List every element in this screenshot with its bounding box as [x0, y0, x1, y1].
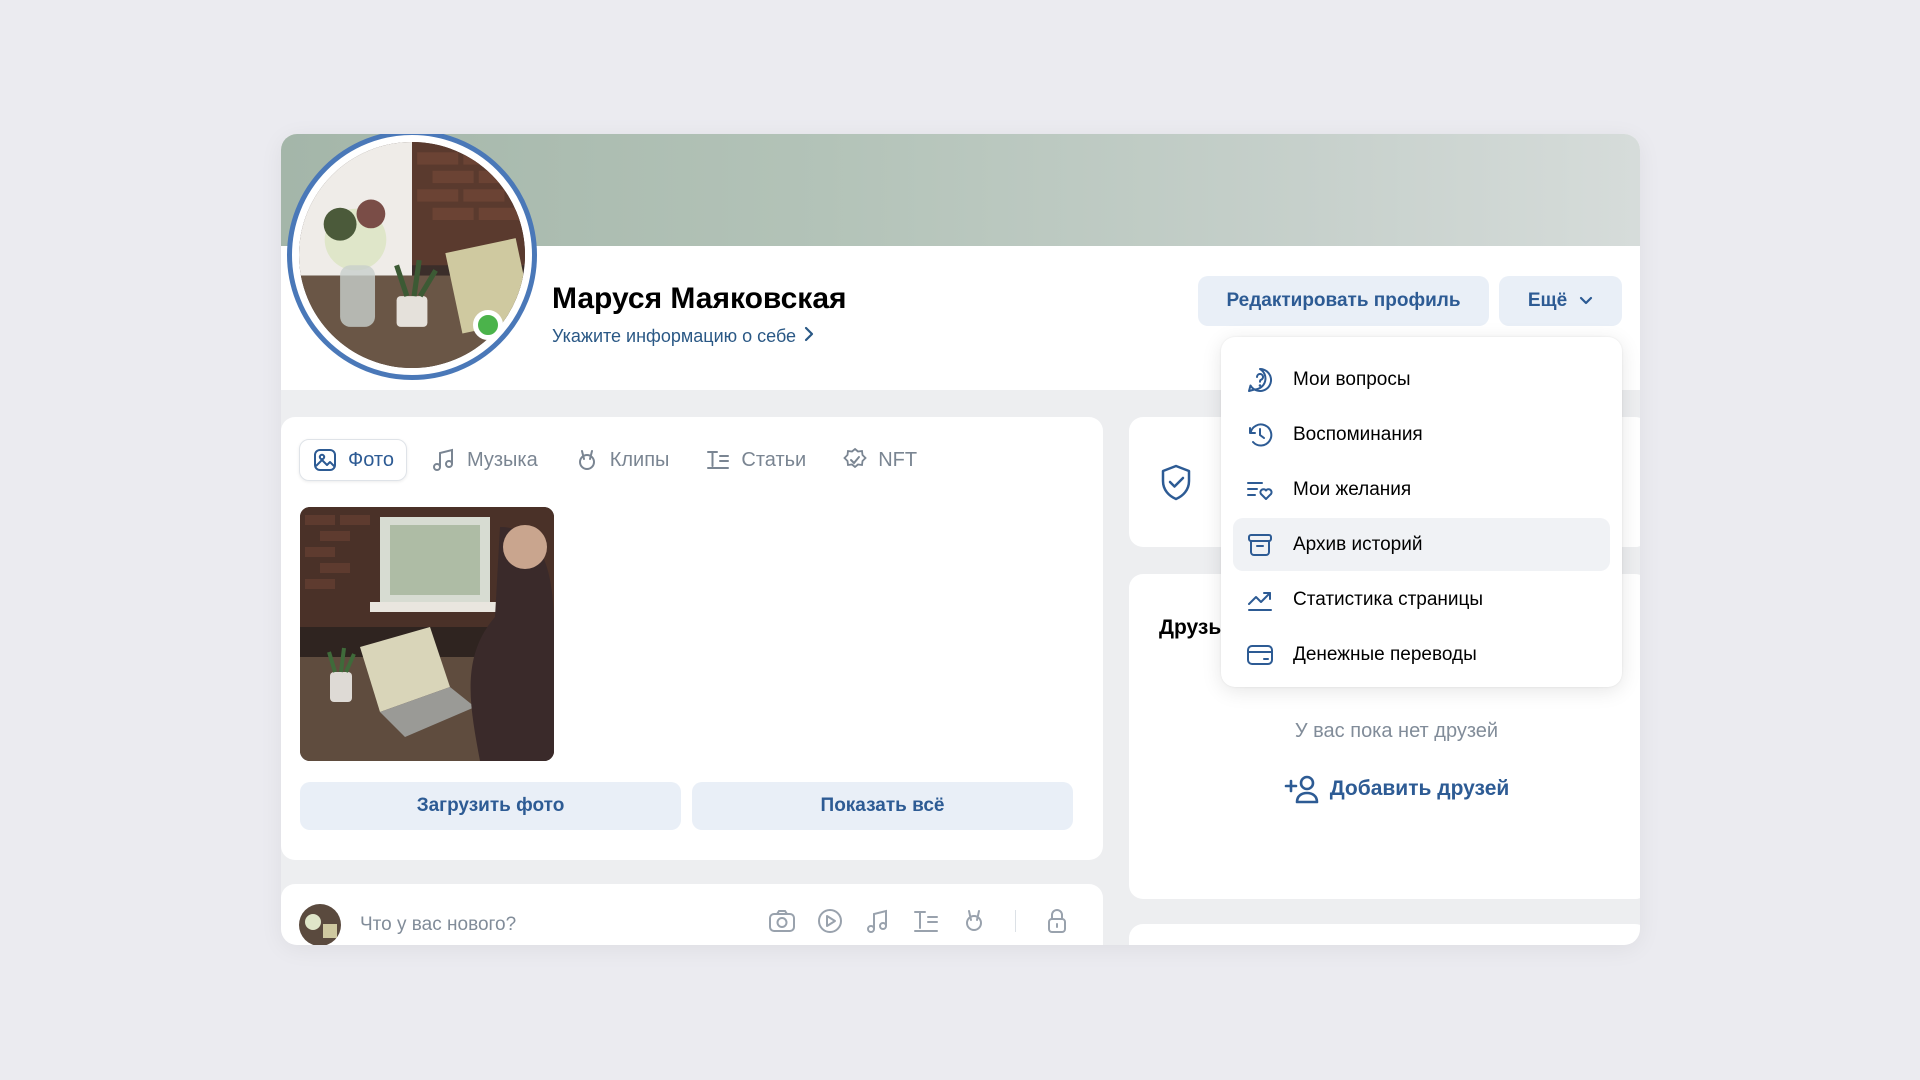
- article-icon[interactable]: [911, 906, 941, 936]
- menu-item-label: Мои желания: [1293, 478, 1412, 500]
- media-card: Фото Музыка Клипы Статьи NFT Загрузить ф…: [281, 417, 1103, 860]
- clip-icon[interactable]: [959, 906, 989, 936]
- music-icon: [432, 448, 453, 471]
- question-icon: [1248, 367, 1272, 392]
- menu-item-money-transfers[interactable]: Денежные переводы: [1233, 628, 1610, 681]
- archive-icon: [1248, 533, 1272, 556]
- menu-item-label: Мои вопросы: [1293, 368, 1411, 390]
- video-icon[interactable]: [815, 906, 845, 936]
- menu-item-label: Статистика страницы: [1293, 588, 1484, 610]
- stats-icon: [1248, 591, 1272, 611]
- tab-articles[interactable]: Статьи: [693, 439, 818, 481]
- add-friends-label: Добавить друзей: [1329, 777, 1510, 800]
- add-friend-icon: [1284, 775, 1319, 804]
- show-all-button[interactable]: Показать всё: [692, 782, 1073, 830]
- more-button[interactable]: Ещё: [1499, 276, 1622, 326]
- right-column-card: [1129, 924, 1640, 945]
- tab-music-label: Музыка: [466, 448, 538, 471]
- post-avatar[interactable]: [299, 904, 341, 945]
- edit-profile-button[interactable]: Редактировать профиль: [1198, 276, 1489, 326]
- nft-icon: [843, 447, 868, 469]
- history-icon: [1249, 423, 1273, 446]
- photo-thumbnail[interactable]: [300, 507, 554, 761]
- tab-photo-label: Фото: [348, 448, 394, 471]
- about-link[interactable]: Укажите информацию о себе: [552, 326, 814, 347]
- menu-item-my-questions[interactable]: Мои вопросы: [1233, 353, 1610, 406]
- chevron-right-icon: [804, 326, 814, 347]
- menu-item-label: Архив историй: [1293, 533, 1423, 555]
- clips-icon: [578, 450, 595, 470]
- tab-clips[interactable]: Клипы: [562, 439, 682, 481]
- no-friends-text: У вас пока нет друзей: [1294, 720, 1499, 742]
- media-tabs: Фото Музыка Клипы Статьи NFT: [299, 439, 929, 481]
- more-dropdown-menu: Мои вопросы Воспоминания Мои желания Арх…: [1221, 337, 1622, 687]
- about-link-label: Укажите информацию о себе: [552, 326, 797, 346]
- more-button-label: Ещё: [1527, 290, 1568, 311]
- tab-articles-label: Статьи: [741, 448, 807, 471]
- add-friends-button[interactable]: Добавить друзей: [1129, 774, 1640, 804]
- menu-item-label: Воспоминания: [1293, 423, 1423, 445]
- tab-photo[interactable]: Фото: [299, 439, 407, 481]
- post-composer: Что у вас нового?: [281, 884, 1103, 945]
- avatar[interactable]: [287, 134, 537, 380]
- menu-item-page-stats[interactable]: Статистика страницы: [1233, 573, 1610, 626]
- photo-icon: [314, 449, 336, 471]
- tab-nft-label: NFT: [878, 448, 918, 471]
- card-icon: [1247, 644, 1273, 665]
- tab-music[interactable]: Музыка: [419, 439, 550, 481]
- chevron-down-icon: [1579, 290, 1593, 312]
- wishlist-icon: [1247, 481, 1273, 500]
- menu-item-wishes[interactable]: Мои желания: [1233, 463, 1610, 516]
- menu-item-memories[interactable]: Воспоминания: [1233, 408, 1610, 461]
- lock-icon[interactable]: [1042, 906, 1072, 936]
- online-indicator: [473, 310, 503, 340]
- music-icon[interactable]: [863, 906, 893, 936]
- camera-icon[interactable]: [767, 906, 797, 936]
- tab-nft[interactable]: NFT: [830, 439, 929, 481]
- upload-photo-button[interactable]: Загрузить фото: [300, 782, 681, 830]
- post-input[interactable]: Что у вас нового?: [360, 914, 516, 936]
- articles-icon: [707, 451, 730, 469]
- menu-item-stories-archive[interactable]: Архив историй: [1233, 518, 1610, 571]
- menu-item-label: Денежные переводы: [1293, 643, 1477, 665]
- shield-icon: [1161, 464, 1191, 501]
- post-toolbar-divider: [1015, 910, 1016, 932]
- post-toolbar: [767, 906, 1072, 936]
- tab-clips-label: Клипы: [609, 448, 670, 471]
- profile-name: Маруся Маяковская: [552, 282, 847, 315]
